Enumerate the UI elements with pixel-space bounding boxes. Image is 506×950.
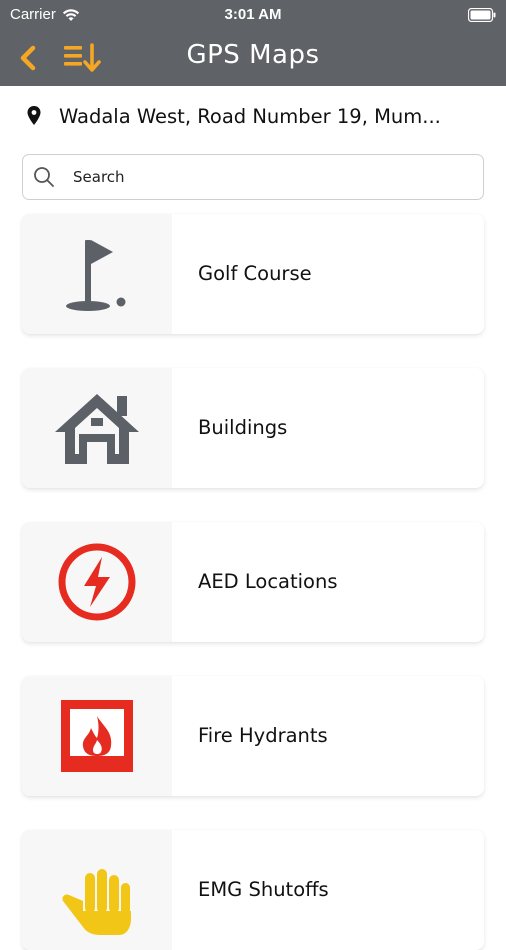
fireplace-flame-icon	[61, 700, 133, 772]
aed-lightning-icon	[58, 543, 136, 621]
category-label: Golf Course	[198, 262, 312, 285]
category-thumb	[22, 676, 172, 796]
category-label: Buildings	[198, 416, 288, 439]
category-thumb	[22, 830, 172, 950]
nav-bar: GPS Maps	[0, 30, 506, 86]
category-label: EMG Shutoffs	[198, 878, 329, 901]
house-icon	[55, 394, 139, 464]
category-fire-hydrants[interactable]: Fire Hydrants	[22, 676, 484, 796]
location-text: Wadala West, Road Number 19, Mum...	[59, 104, 441, 128]
golf-flag-icon	[66, 240, 126, 311]
category-thumb	[22, 214, 172, 334]
search-input[interactable]	[71, 167, 435, 187]
page-title: GPS Maps	[186, 40, 320, 70]
category-thumb	[22, 368, 172, 488]
category-aed-locations[interactable]: AED Locations	[22, 522, 484, 642]
battery-icon	[468, 8, 496, 22]
category-label: AED Locations	[198, 570, 338, 593]
category-emg-shutoffs[interactable]: EMG Shutoffs	[22, 830, 484, 950]
status-bar: Carrier 3:01 AM	[0, 0, 506, 30]
category-buildings[interactable]: Buildings	[22, 368, 484, 488]
stop-hand-icon	[62, 869, 131, 935]
category-label: Fire Hydrants	[198, 724, 328, 747]
search-icon	[34, 167, 54, 187]
category-golf-course[interactable]: Golf Course	[22, 214, 484, 334]
category-thumb	[22, 522, 172, 642]
status-time: 3:01 AM	[224, 6, 282, 23]
search-bar[interactable]	[22, 154, 484, 200]
map-pin-icon	[27, 106, 41, 125]
current-location[interactable]: Wadala West, Road Number 19, Mum...	[0, 86, 506, 146]
